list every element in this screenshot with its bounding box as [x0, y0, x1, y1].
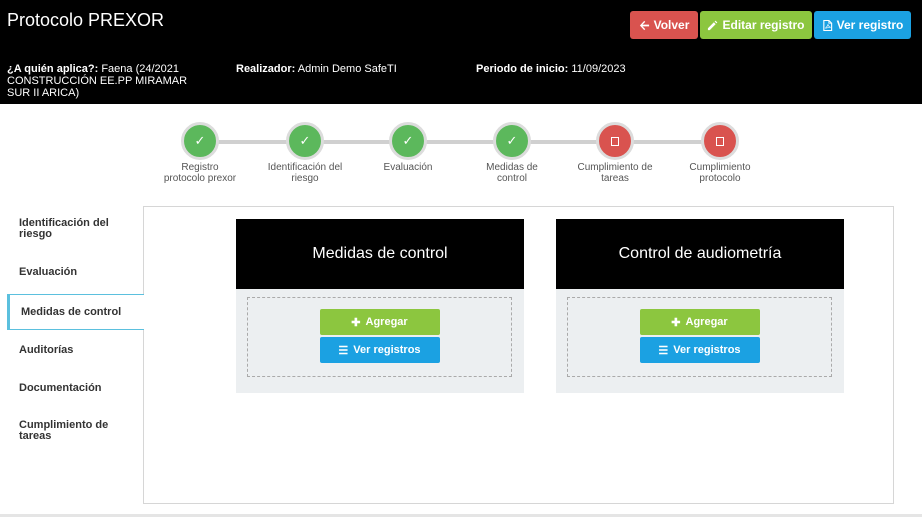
step-label: Medidas de control	[486, 162, 538, 184]
step-3: ✓ Evaluación	[368, 120, 448, 173]
card-actions: ✚ Agregar ☰ Ver registros	[567, 297, 832, 377]
edit-record-label: Editar registro	[722, 18, 805, 32]
card-title: Control de audiometría	[556, 219, 844, 289]
view-audiometry-records-button[interactable]: ☰ Ver registros	[639, 337, 760, 363]
plus-icon: ✚	[351, 316, 361, 329]
card-title: Medidas de control	[236, 219, 524, 289]
start-period-label: Periodo de inicio:	[476, 63, 569, 75]
step-label: Cumplimiento de tareas	[577, 162, 653, 184]
realizer-info: Realizador: Admin Demo SafeTI	[236, 63, 397, 75]
card-actions: ✚ Agregar ☰ Ver registros	[247, 297, 512, 377]
start-period-info: Periodo de inicio: 11/09/2023	[476, 63, 626, 75]
card-body: ✚ Agregar ☰ Ver registros	[236, 289, 524, 393]
view-record-button[interactable]: Ver registro	[814, 11, 911, 39]
card-body: ✚ Agregar ☰ Ver registros	[556, 289, 844, 393]
view-records-label: Ver registros	[673, 344, 741, 356]
check-icon: ✓	[286, 122, 324, 160]
sidebar-item-identificacion[interactable]: Identificación del riesgo	[7, 218, 143, 240]
add-control-measure-button[interactable]: ✚ Agregar	[319, 309, 440, 335]
check-icon: ✓	[389, 122, 427, 160]
top-header: Protocolo PREXOR Volver Editar registro …	[0, 0, 922, 104]
step-1: ✓ Registro protocolo prexor	[160, 120, 240, 184]
back-button-label: Volver	[653, 18, 690, 32]
audiometry-control-card: Control de audiometría ✚ Agregar ☰ Ver r…	[556, 219, 844, 393]
add-audiometry-button[interactable]: ✚ Agregar	[639, 309, 760, 335]
progress-stepper: ✓ Registro protocolo prexor ✓ Identificació…	[0, 120, 922, 200]
check-icon: ✓	[493, 122, 531, 160]
step-label: Registro protocolo prexor	[163, 162, 237, 184]
step-label: Evaluación	[383, 162, 433, 173]
step-4: ✓ Medidas de control	[472, 120, 552, 184]
applies-to-info: ¿A quién aplica?: Faena (24/2021 CONSTRU…	[7, 63, 207, 99]
applies-to-label: ¿A quién aplica?:	[7, 63, 99, 75]
back-button[interactable]: Volver	[630, 11, 698, 39]
main-content-panel: Medidas de control ✚ Agregar ☰ Ver regis…	[143, 206, 894, 504]
edit-record-button[interactable]: Editar registro	[700, 11, 812, 39]
realizer-value: Admin Demo SafeTI	[297, 63, 397, 75]
start-period-value: 11/09/2023	[571, 63, 626, 75]
arrow-left-icon	[639, 20, 649, 30]
pdf-file-icon	[822, 19, 832, 31]
list-icon: ☰	[658, 344, 669, 357]
view-records-label: Ver registros	[353, 344, 421, 356]
view-control-measures-button[interactable]: ☰ Ver registros	[319, 337, 440, 363]
plus-icon: ✚	[671, 316, 681, 329]
step-2: ✓ Identificación del riesgo	[265, 120, 345, 184]
sidebar-item-auditorias[interactable]: Auditorías	[7, 344, 143, 356]
step-label: Cumplimiento protocolo	[689, 162, 751, 184]
sidebar-item-cumplimiento-de-tareas[interactable]: Cumplimiento de tareas	[7, 420, 143, 442]
sidebar-item-documentacion[interactable]: Documentación	[7, 382, 143, 394]
realizer-label: Realizador:	[236, 63, 296, 75]
step-label: Identificación del riesgo	[267, 162, 343, 184]
pencil-icon	[708, 20, 718, 30]
square-icon	[701, 122, 739, 160]
check-icon: ✓	[181, 122, 219, 160]
add-button-label: Agregar	[685, 316, 728, 328]
square-icon	[596, 122, 634, 160]
sidebar-item-medidas-de-control[interactable]: Medidas de control	[7, 294, 144, 330]
control-measures-card: Medidas de control ✚ Agregar ☰ Ver regis…	[236, 219, 524, 393]
page-title: Protocolo PREXOR	[7, 10, 165, 30]
step-6: Cumplimiento protocolo	[680, 120, 760, 184]
step-5: Cumplimiento de tareas	[575, 120, 655, 184]
add-button-label: Agregar	[365, 316, 408, 328]
list-icon: ☰	[338, 344, 349, 357]
view-record-label: Ver registro	[836, 18, 904, 32]
sidebar-item-evaluacion[interactable]: Evaluación	[7, 266, 143, 278]
